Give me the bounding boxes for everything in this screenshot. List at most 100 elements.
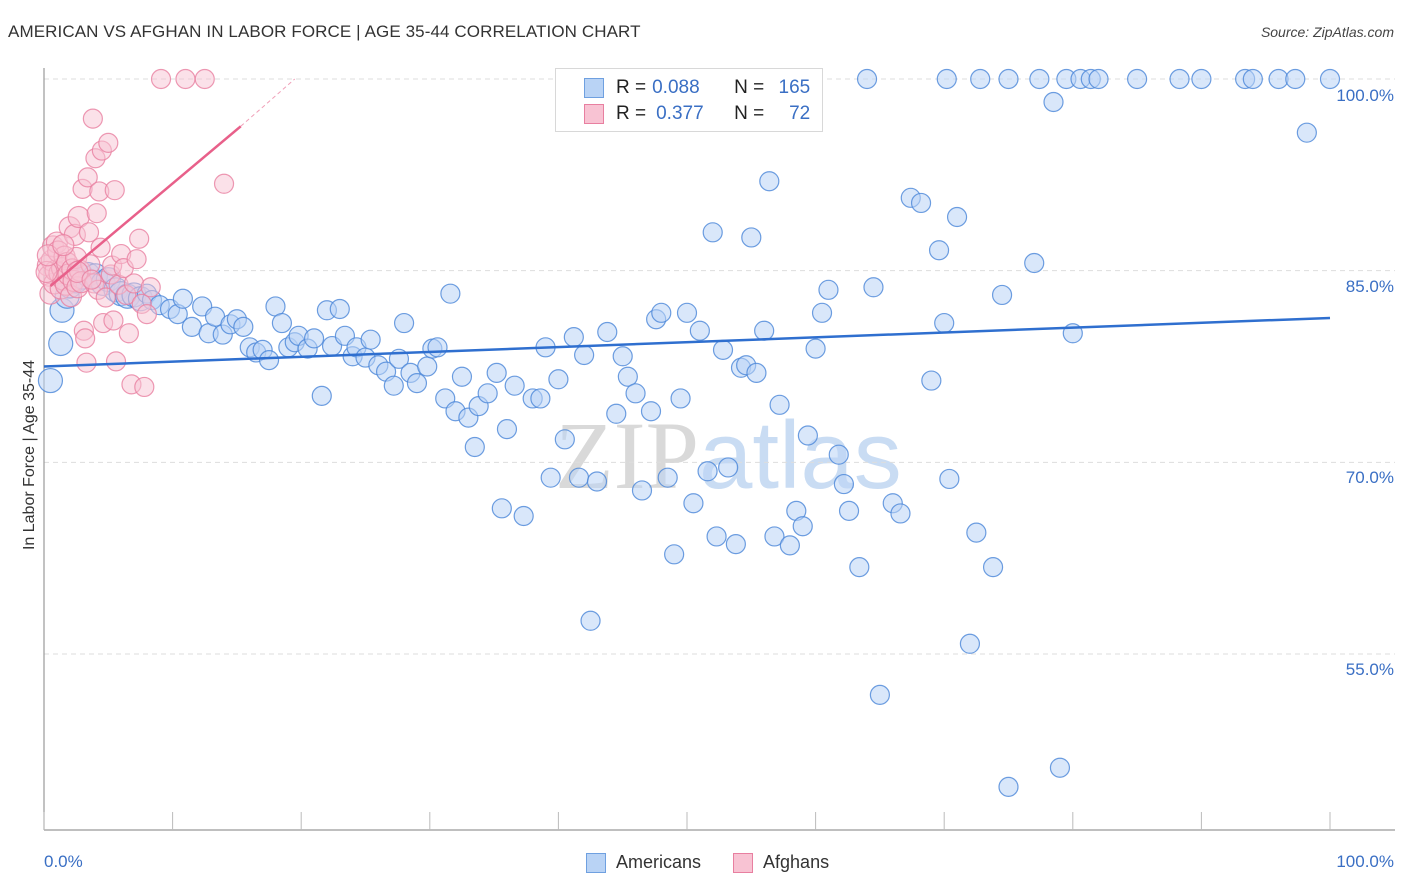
americans-point <box>1043 91 1064 113</box>
afghans-point <box>126 249 147 270</box>
r-label: R = <box>616 77 647 98</box>
legend-row-afghans: R = 0.377 N = 72 <box>584 102 810 126</box>
americans-point <box>1242 68 1263 90</box>
americans-point <box>998 68 1019 90</box>
americans-point <box>586 471 608 492</box>
americans-point <box>676 302 698 323</box>
americans-point <box>939 468 960 490</box>
americans-point <box>612 346 633 367</box>
americans-point <box>664 544 685 565</box>
americans-point <box>1126 68 1148 90</box>
americans-point <box>606 403 627 424</box>
americans-point <box>718 457 739 478</box>
afghans-point <box>129 228 150 249</box>
legend-label: Americans <box>616 852 702 872</box>
americans-point <box>689 320 710 341</box>
afghans-point <box>81 269 102 290</box>
x-tick-label: 0.0% <box>44 852 83 871</box>
americans-point <box>1296 122 1317 143</box>
americans-point <box>504 375 525 396</box>
americans-point <box>580 610 601 631</box>
americans-point <box>934 312 955 334</box>
americans-point <box>530 388 551 409</box>
afghans-point <box>76 352 97 373</box>
americans-swatch-icon <box>586 852 606 873</box>
americans-point <box>966 522 987 543</box>
americans-point <box>849 557 870 578</box>
americans-point <box>568 467 590 488</box>
r-label: R = <box>616 103 647 124</box>
americans-point <box>1285 68 1306 90</box>
americans-point <box>769 394 790 415</box>
americans-point <box>811 302 833 323</box>
afghans-point <box>136 304 157 325</box>
afghans-point <box>103 310 124 331</box>
americans-point <box>554 429 575 450</box>
americans-point <box>754 320 775 341</box>
legend-row-americans: R = 0.088 N = 165 <box>584 76 810 100</box>
series-legend: Americans Afghans <box>586 852 861 873</box>
americans-point <box>982 557 1004 578</box>
n-value: 165 <box>778 77 811 98</box>
americans-point <box>746 362 767 383</box>
americans-point <box>574 344 595 366</box>
americans-point <box>697 461 718 482</box>
afghans-point <box>123 273 145 294</box>
americans-point <box>311 385 332 406</box>
americans-point <box>741 227 762 248</box>
americans-point <box>1049 757 1071 778</box>
americans-point <box>360 329 381 350</box>
americans-point <box>597 321 618 343</box>
n-label: N = <box>734 103 765 124</box>
americans-point <box>640 401 662 422</box>
legend-item-americans[interactable]: Americans <box>586 852 701 873</box>
americans-point <box>37 367 64 394</box>
correlation-legend: R = 0.088 N = 165 R = 0.377 N = 72 <box>555 68 823 132</box>
americans-point <box>702 222 723 243</box>
americans-point <box>491 498 512 519</box>
americans-point <box>959 633 981 654</box>
americans-point <box>970 68 991 90</box>
scatter-chart <box>35 68 1395 831</box>
afghans-point <box>104 180 125 201</box>
legend-label: Afghans <box>763 852 830 872</box>
americans-point <box>725 534 746 555</box>
americans-point <box>856 68 878 90</box>
americans-point <box>657 467 678 488</box>
americans-point <box>936 68 957 90</box>
americans-point <box>427 337 448 358</box>
americans-point <box>928 240 950 261</box>
americans-point <box>258 350 280 371</box>
americans-point <box>670 388 691 409</box>
afghans-point <box>75 328 96 349</box>
americans-point <box>1191 68 1212 90</box>
americans-point <box>779 535 800 556</box>
americans-point <box>303 328 325 349</box>
legend-item-afghans[interactable]: Afghans <box>733 852 829 873</box>
americans-point <box>48 330 74 357</box>
y-tick-label: 70.0% <box>1345 468 1394 487</box>
americans-point <box>869 684 891 705</box>
americans-point <box>406 373 428 394</box>
americans-point <box>683 493 704 514</box>
y-tick-label: 55.0% <box>1345 660 1394 679</box>
americans-point <box>1024 252 1045 274</box>
afghans-point <box>90 237 111 258</box>
americans-point <box>233 316 254 337</box>
afghans-point <box>175 68 196 90</box>
americans-point <box>712 339 734 360</box>
americans-point <box>563 327 584 348</box>
americans-point <box>991 284 1013 306</box>
americans-point <box>383 375 404 396</box>
americans-point <box>651 302 672 323</box>
americans-point <box>464 436 485 458</box>
y-tick-label: 100.0% <box>1336 86 1394 105</box>
americans-point <box>805 338 826 359</box>
afghans-point <box>140 277 161 298</box>
n-label: N = <box>734 77 765 98</box>
afghans-point <box>213 173 235 194</box>
afghans-point <box>82 108 103 129</box>
americans-point <box>921 370 942 391</box>
americans-point <box>417 356 438 377</box>
afghans-trend-extension <box>240 78 296 127</box>
